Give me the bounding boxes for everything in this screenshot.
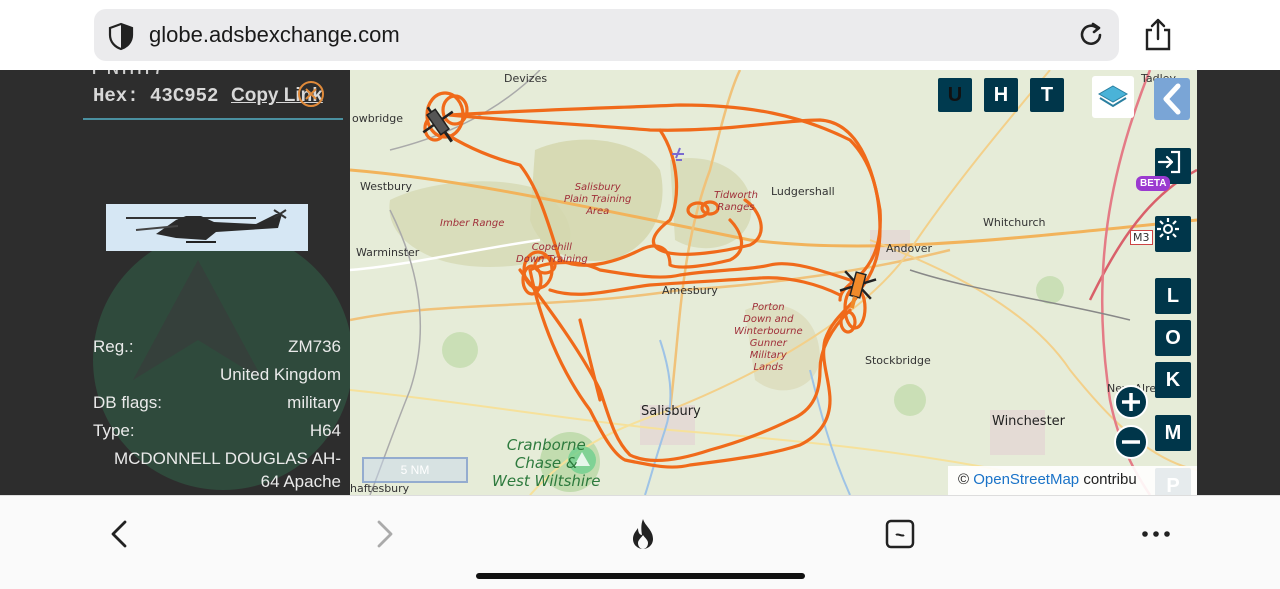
map-label-westbury: Westbury bbox=[360, 180, 413, 193]
home-indicator bbox=[476, 573, 805, 579]
dbflags-label: DB flags: bbox=[93, 393, 162, 412]
page-content: FNHH7 Hex: 43C952 Copy Link Reg.: bbox=[0, 70, 1280, 495]
collapse-panel-button[interactable] bbox=[1154, 78, 1190, 120]
chevron-left-icon bbox=[1163, 83, 1181, 115]
right-margin bbox=[1197, 70, 1280, 495]
map-label-stockbridge: Stockbridge bbox=[865, 354, 931, 367]
type-description-line1: MCDONNELL DOUGLAS AH- bbox=[113, 449, 341, 468]
map-label-ludgershall: Ludgershall bbox=[771, 185, 835, 198]
share-icon[interactable] bbox=[1143, 18, 1173, 52]
map-label-porton-down: Porton Down and Winterbourne Gunner Mili… bbox=[734, 302, 803, 373]
map-label-m3: M3 bbox=[1130, 230, 1153, 245]
type-label: Type: bbox=[93, 421, 135, 440]
map-view[interactable]: Devizes Tadley owbridge Westbury Warmins… bbox=[350, 70, 1197, 495]
map-base bbox=[350, 70, 1197, 495]
aircraft-info-panel: FNHH7 Hex: 43C952 Copy Link Reg.: bbox=[83, 70, 350, 495]
map-label-andover: Andover bbox=[886, 242, 933, 255]
map-label-amesbury: Amesbury bbox=[662, 284, 718, 297]
map-label-imber-range: Imber Range bbox=[440, 218, 505, 229]
browser-toolbar: globe.adsbexchange.com bbox=[0, 0, 1280, 70]
country-value: United Kingdom bbox=[220, 365, 341, 384]
openstreetmap-link[interactable]: OpenStreetMap bbox=[973, 471, 1079, 488]
toggle-u-button[interactable]: U bbox=[938, 78, 972, 112]
map-label-whitchurch: Whitchurch bbox=[983, 216, 1046, 229]
scale-bar: 5 NM bbox=[362, 457, 468, 483]
forward-chevron-icon[interactable] bbox=[366, 516, 402, 552]
toggle-t-button[interactable]: T bbox=[1030, 78, 1064, 112]
toggle-l-button[interactable]: L bbox=[1155, 278, 1191, 314]
dbflags-value: military bbox=[287, 393, 341, 412]
map-label-tidworth: Tidworth Ranges bbox=[714, 190, 758, 213]
toggle-h-button[interactable]: H bbox=[984, 78, 1018, 112]
callsign-clipped: FNHH7 bbox=[91, 70, 167, 81]
gear-icon bbox=[1157, 218, 1179, 240]
type-description-line2: 64 Apache bbox=[260, 472, 341, 491]
map-label-warminster: Warminster bbox=[356, 246, 420, 259]
beta-badge: BETA bbox=[1136, 176, 1171, 191]
shield-icon[interactable] bbox=[106, 21, 136, 51]
settings-button[interactable] bbox=[1155, 216, 1191, 252]
type-value: H64 bbox=[309, 421, 341, 440]
back-chevron-icon[interactable] bbox=[102, 516, 138, 552]
hex-row: Hex: 43C952 bbox=[93, 85, 218, 107]
zoom-in-button[interactable] bbox=[1114, 385, 1148, 419]
sign-in-icon bbox=[1157, 150, 1181, 174]
reload-icon[interactable] bbox=[1076, 20, 1106, 50]
plus-icon bbox=[1122, 393, 1140, 411]
map-label-winchester: Winchester bbox=[992, 414, 1066, 429]
map-label-devizes: Devizes bbox=[504, 72, 548, 85]
map-label-trowbridge: owbridge bbox=[352, 112, 404, 125]
toggle-m-button[interactable]: M bbox=[1155, 415, 1191, 451]
helicopter-image bbox=[106, 204, 308, 251]
tabs-icon[interactable] bbox=[882, 516, 918, 552]
reg-label: Reg.: bbox=[93, 337, 134, 356]
zoom-out-button[interactable] bbox=[1114, 425, 1148, 459]
hex-label: Hex: bbox=[93, 85, 139, 107]
more-icon[interactable] bbox=[1138, 516, 1174, 552]
copyright-symbol: © bbox=[958, 471, 970, 488]
address-bar[interactable]: globe.adsbexchange.com bbox=[94, 9, 1119, 61]
hex-value: 43C952 bbox=[150, 85, 219, 107]
map-attribution: © OpenStreetMap contribu bbox=[948, 466, 1197, 495]
divider bbox=[83, 118, 343, 120]
aircraft-photo[interactable] bbox=[106, 204, 308, 251]
fire-icon[interactable] bbox=[625, 516, 661, 552]
map-label-salisbury-plain: Salisbury Plain Training Area bbox=[564, 182, 632, 217]
browser-bottom-bar bbox=[0, 495, 1280, 589]
map-label-shaftesbury: haftesbury bbox=[350, 482, 410, 495]
map-label-salisbury: Salisbury bbox=[641, 404, 701, 419]
close-icon[interactable] bbox=[297, 80, 325, 108]
map-label-cranborne-chase: Cranborne Chase & West Wiltshire bbox=[492, 436, 601, 490]
reg-value: ZM736 bbox=[288, 337, 341, 356]
attribution-suffix: contribu bbox=[1083, 471, 1137, 488]
layers-button[interactable] bbox=[1092, 76, 1134, 118]
layers-icon bbox=[1097, 85, 1129, 108]
toggle-k-button[interactable]: K bbox=[1155, 362, 1191, 398]
minus-icon bbox=[1122, 440, 1140, 444]
url-text[interactable]: globe.adsbexchange.com bbox=[149, 22, 400, 48]
toggle-o-button[interactable]: O bbox=[1155, 320, 1191, 356]
map-label-copehill: Copehill Down Training bbox=[516, 242, 588, 265]
